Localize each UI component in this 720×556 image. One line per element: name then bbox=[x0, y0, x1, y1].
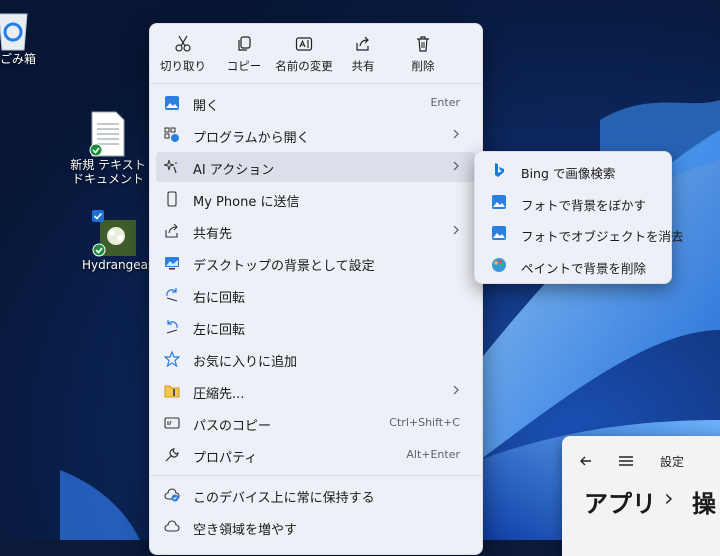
context-menu-toolbar: 切り取り コピー 名前の変更 共有 削除 bbox=[150, 24, 482, 83]
text-document-icon bbox=[89, 111, 125, 157]
chevron-right-icon bbox=[453, 385, 459, 395]
settings-window[interactable]: 設定 アプリ › 操 bbox=[562, 436, 720, 556]
menu-item-properties[interactable]: プロパティ Alt+Enter bbox=[156, 440, 476, 470]
recycle-bin-label: ごみ箱 bbox=[0, 52, 36, 66]
menu-item-label: 開く bbox=[193, 99, 220, 114]
cloud-icon bbox=[164, 520, 180, 532]
menu-item-label: プロパティ bbox=[193, 451, 258, 466]
menu-item-set-wallpaper[interactable]: デスクトップの背景として設定 bbox=[156, 248, 476, 278]
menu-item-label: 左に回転 bbox=[193, 323, 246, 338]
rename-label: 名前の変更 bbox=[275, 59, 333, 73]
menu-item-label: プログラムから開く bbox=[193, 131, 310, 146]
menu-item-label: 共有先 bbox=[193, 227, 233, 242]
context-menu: 切り取り コピー 名前の変更 共有 削除 開く Enter プログラムから開く … bbox=[149, 23, 483, 555]
menu-item-label: AI アクション bbox=[193, 163, 275, 178]
recycle-bin-icon bbox=[0, 13, 28, 51]
menu-item-open-with[interactable]: プログラムから開く bbox=[156, 120, 476, 150]
photos-icon bbox=[492, 226, 506, 240]
menu-item-compress-to[interactable]: 圧縮先... bbox=[156, 376, 476, 406]
menu-item-free-up-space[interactable]: 空き領域を増やす bbox=[156, 512, 476, 542]
menu-item-label: My Phone に送信 bbox=[193, 195, 300, 210]
breadcrumb-separator: › bbox=[664, 484, 674, 512]
copy-label: コピー bbox=[226, 59, 262, 73]
phone-icon bbox=[167, 191, 177, 207]
rotate-right-icon bbox=[166, 288, 178, 302]
menu-item-shortcut: Alt+Enter bbox=[406, 448, 460, 461]
submenu-item-bing-image-search[interactable]: Bing で画像検索 bbox=[479, 155, 667, 185]
paint-icon bbox=[492, 258, 506, 272]
menu-item-rotate-left[interactable]: 左に回転 bbox=[156, 312, 476, 342]
rename-icon bbox=[295, 37, 313, 51]
wrench-icon bbox=[165, 448, 179, 462]
share-label: 共有 bbox=[351, 59, 375, 73]
rotate-left-icon bbox=[166, 320, 178, 334]
menu-item-add-favorite[interactable]: お気に入りに追加 bbox=[156, 344, 476, 374]
menu-item-keep-on-device[interactable]: このデバイス上に常に保持する bbox=[156, 480, 476, 510]
copy-icon bbox=[238, 36, 251, 51]
menu-item-send-to-phone[interactable]: My Phone に送信 bbox=[156, 184, 476, 214]
share-icon bbox=[165, 223, 178, 238]
open-photo-icon bbox=[165, 96, 179, 110]
share-button[interactable]: 共有 bbox=[334, 35, 392, 79]
menu-item-label: 圧縮先... bbox=[193, 387, 245, 402]
toolbar-divider bbox=[150, 83, 482, 84]
menu-item-label: 右に回転 bbox=[193, 291, 246, 306]
new-text-document-label: 新規 テキスト ドキュメント bbox=[70, 158, 146, 186]
submenu-item-label: Bing で画像検索 bbox=[521, 166, 616, 181]
submenu-item-blur-background[interactable]: フォトで背景をぼかす bbox=[479, 187, 667, 217]
delete-label: 削除 bbox=[411, 59, 435, 73]
breadcrumb-apps[interactable]: アプリ bbox=[584, 484, 656, 519]
bing-icon bbox=[495, 163, 504, 177]
menu-item-open[interactable]: 開く Enter bbox=[156, 88, 476, 118]
menu-item-copy-path[interactable]: パスのコピー Ctrl+Shift+C bbox=[156, 408, 476, 438]
menu-item-label: パスのコピー bbox=[193, 419, 272, 434]
open-with-icon bbox=[164, 127, 179, 142]
image-thumbnail-icon bbox=[92, 210, 136, 257]
submenu-item-label: フォトで背景をぼかす bbox=[521, 198, 647, 213]
rename-button[interactable]: 名前の変更 bbox=[272, 35, 336, 79]
zip-icon bbox=[164, 385, 180, 398]
copy-path-icon bbox=[164, 417, 180, 429]
submenu-item-erase-object[interactable]: フォトでオブジェクトを消去 bbox=[479, 218, 684, 248]
menu-item-ai-actions[interactable]: AI アクション bbox=[156, 152, 476, 182]
cloud-pin-icon bbox=[164, 488, 180, 502]
share-icon bbox=[356, 36, 369, 51]
scissors-icon bbox=[175, 35, 191, 52]
chevron-right-icon bbox=[453, 129, 459, 139]
delete-button[interactable]: 削除 bbox=[394, 35, 452, 79]
submenu-item-label: ペイントで背景を削除 bbox=[521, 261, 647, 276]
chevron-right-icon bbox=[453, 161, 459, 171]
menu-item-label: 空き領域を増やす bbox=[193, 523, 298, 538]
trash-icon bbox=[417, 36, 429, 52]
menu-item-label: デスクトップの背景として設定 bbox=[193, 259, 375, 274]
wallpaper-icon bbox=[165, 257, 179, 270]
menu-item-share-to[interactable]: 共有先 bbox=[156, 216, 476, 246]
menu-divider bbox=[150, 475, 482, 476]
menu-item-shortcut: Enter bbox=[430, 96, 460, 109]
copy-button[interactable]: コピー bbox=[215, 35, 273, 79]
ai-sparkle-icon bbox=[164, 159, 177, 174]
new-text-document[interactable]: 新規 テキスト ドキュメント bbox=[66, 110, 150, 186]
menu-item-label: お気に入りに追加 bbox=[193, 355, 298, 370]
menu-item-label: このデバイス上に常に保持する bbox=[193, 491, 375, 506]
back-arrow-icon[interactable] bbox=[578, 453, 594, 469]
photos-icon bbox=[492, 195, 506, 209]
chevron-right-icon bbox=[453, 225, 459, 235]
menu-item-shortcut: Ctrl+Shift+C bbox=[389, 416, 460, 429]
submenu-item-label: フォトでオブジェクトを消去 bbox=[521, 229, 684, 244]
submenu-item-remove-background[interactable]: ペイントで背景を削除 bbox=[479, 250, 667, 280]
star-icon bbox=[164, 351, 180, 367]
settings-title: 設定 bbox=[660, 455, 685, 469]
ai-actions-submenu: Bing で画像検索 フォトで背景をぼかす フォトでオブジェクトを消去 ペイント… bbox=[474, 151, 684, 284]
cut-button[interactable]: 切り取り bbox=[154, 35, 212, 79]
recycle-bin[interactable]: ごみ箱 bbox=[0, 8, 38, 66]
cut-label: 切り取り bbox=[160, 59, 206, 73]
hamburger-menu-icon[interactable] bbox=[618, 453, 634, 469]
hydrangeas-image[interactable]: Hydrangeas bbox=[82, 210, 155, 272]
menu-item-rotate-right[interactable]: 右に回転 bbox=[156, 280, 476, 310]
hydrangeas-image-label: Hydrangeas bbox=[82, 258, 155, 272]
breadcrumb-current: 操 bbox=[692, 490, 716, 518]
